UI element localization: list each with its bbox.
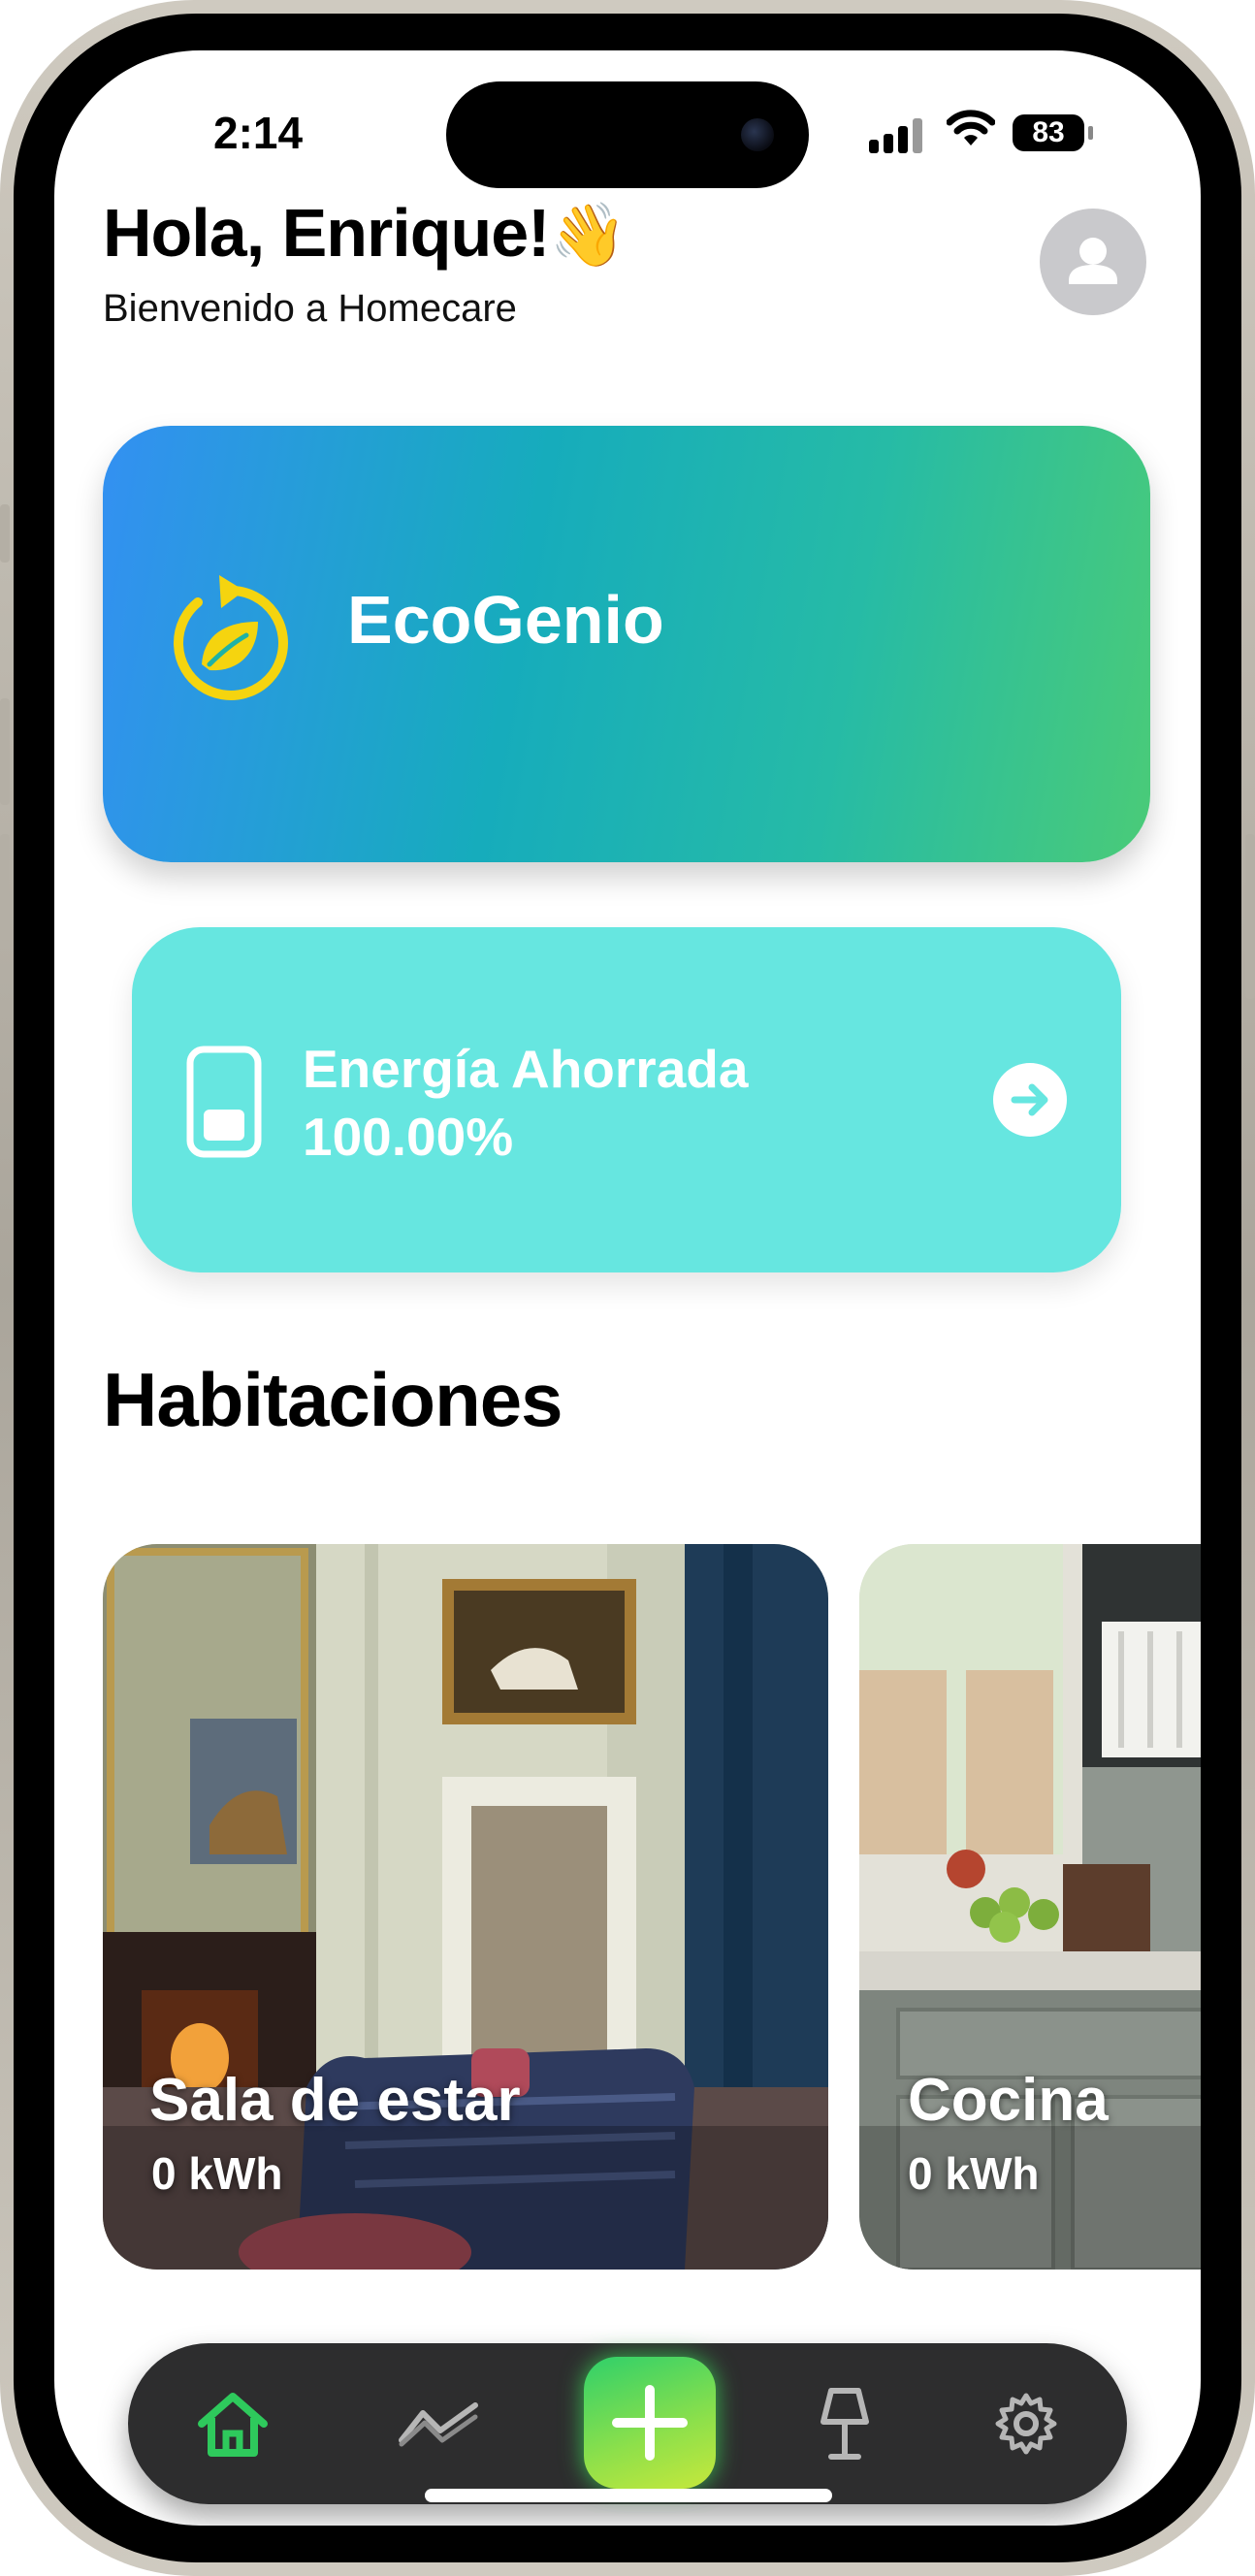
dynamic-island	[446, 81, 809, 188]
power-button	[1245, 834, 1255, 999]
volume-down-button	[0, 834, 10, 941]
add-button[interactable]	[584, 2357, 716, 2489]
add-icon	[612, 2385, 688, 2461]
tab-settings[interactable]	[978, 2343, 1075, 2504]
home-indicator	[425, 2489, 832, 2502]
room-name: Sala de estar	[149, 2067, 521, 2134]
wifi-icon	[947, 110, 995, 145]
room-name: Cocina	[908, 2067, 1109, 2134]
status-indicators: 83	[869, 109, 1160, 167]
lamp-icon	[821, 2388, 869, 2460]
gear-icon	[995, 2393, 1057, 2455]
ecogenio-title: EcoGenio	[347, 582, 664, 658]
app-screen: 2:14 83 Hola, Enrique!👋 Bienvenido a Hom…	[54, 50, 1201, 2526]
status-time: 2:14	[213, 108, 304, 158]
eco-refresh-leaf-icon	[173, 575, 288, 700]
rooms-section-title: Habitaciones	[103, 1357, 563, 1442]
arrow-right-button[interactable]	[993, 1063, 1067, 1137]
user-icon	[1069, 238, 1117, 284]
energy-saved-value: 100.00%	[303, 1107, 514, 1167]
battery-tip	[1088, 126, 1093, 140]
home-icon	[198, 2393, 268, 2457]
chart-icon	[399, 2402, 478, 2447]
energy-saved-card[interactable]: Energía Ahorrada 100.00%	[132, 927, 1121, 1272]
room-card-kitchen[interactable]: Cocina 0 kWh	[859, 1544, 1201, 2270]
device-frame: 2:14 83 Hola, Enrique!👋 Bienvenido a Hom…	[0, 0, 1255, 2576]
action-button	[0, 504, 10, 563]
wave-emoji-icon: 👋	[549, 200, 627, 270]
battery-indicator: 83	[1013, 114, 1084, 151]
avatar[interactable]	[1040, 209, 1146, 315]
room-card-living-room[interactable]: Sala de estar 0 kWh	[103, 1544, 828, 2270]
energy-saved-label: Energía Ahorrada	[303, 1039, 749, 1099]
tab-bar	[128, 2343, 1127, 2504]
phone-battery-icon	[186, 1046, 262, 1158]
room-energy: 0 kWh	[908, 2148, 1040, 2199]
tab-devices[interactable]	[801, 2343, 888, 2504]
tab-home[interactable]	[177, 2343, 289, 2504]
camera-icon	[741, 118, 774, 151]
ecogenio-card[interactable]: EcoGenio	[103, 426, 1150, 862]
arrow-right-icon	[1011, 1083, 1048, 1116]
tab-stats[interactable]	[380, 2343, 497, 2504]
volume-up-button	[0, 698, 10, 805]
greeting-text: Hola, Enrique!	[103, 195, 550, 271]
greeting-title: Hola, Enrique!👋	[103, 194, 627, 272]
greeting-subtitle: Bienvenido a Homecare	[103, 287, 517, 330]
room-energy: 0 kWh	[151, 2148, 283, 2199]
